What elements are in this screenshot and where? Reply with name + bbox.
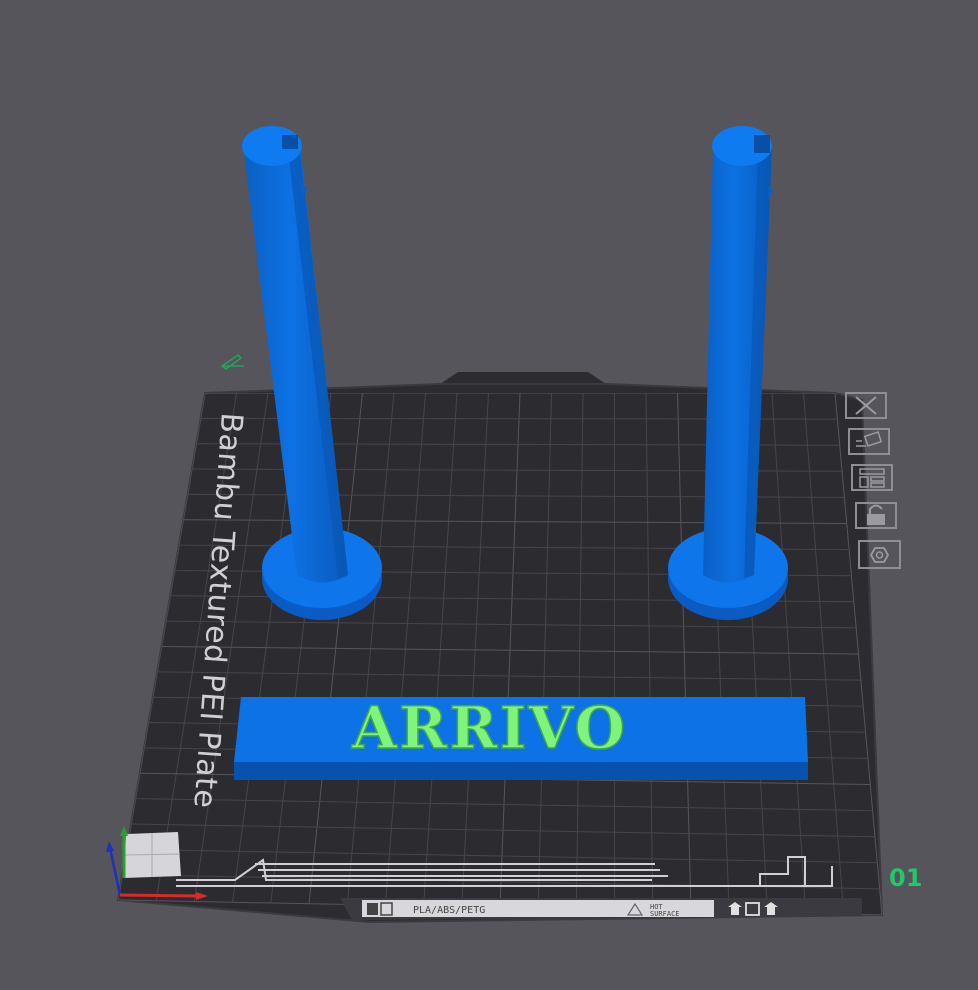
filament-type-icon	[367, 903, 378, 915]
arrivo-plaque[interactable]: ARRIVO	[234, 693, 808, 780]
plate-index-label: 01	[889, 864, 922, 892]
surface-label-line2: SURFACE	[650, 910, 680, 918]
plaque-text: ARRIVO	[351, 694, 627, 762]
filament-label: PLA/ABS/PETG	[413, 905, 485, 916]
spool-holder-right[interactable]	[668, 126, 788, 620]
edit-pencil-icon[interactable]	[220, 353, 244, 370]
3d-viewport[interactable]: Bambu Textured PEI Plate ARRIVO PLA/ABS/…	[0, 0, 978, 990]
